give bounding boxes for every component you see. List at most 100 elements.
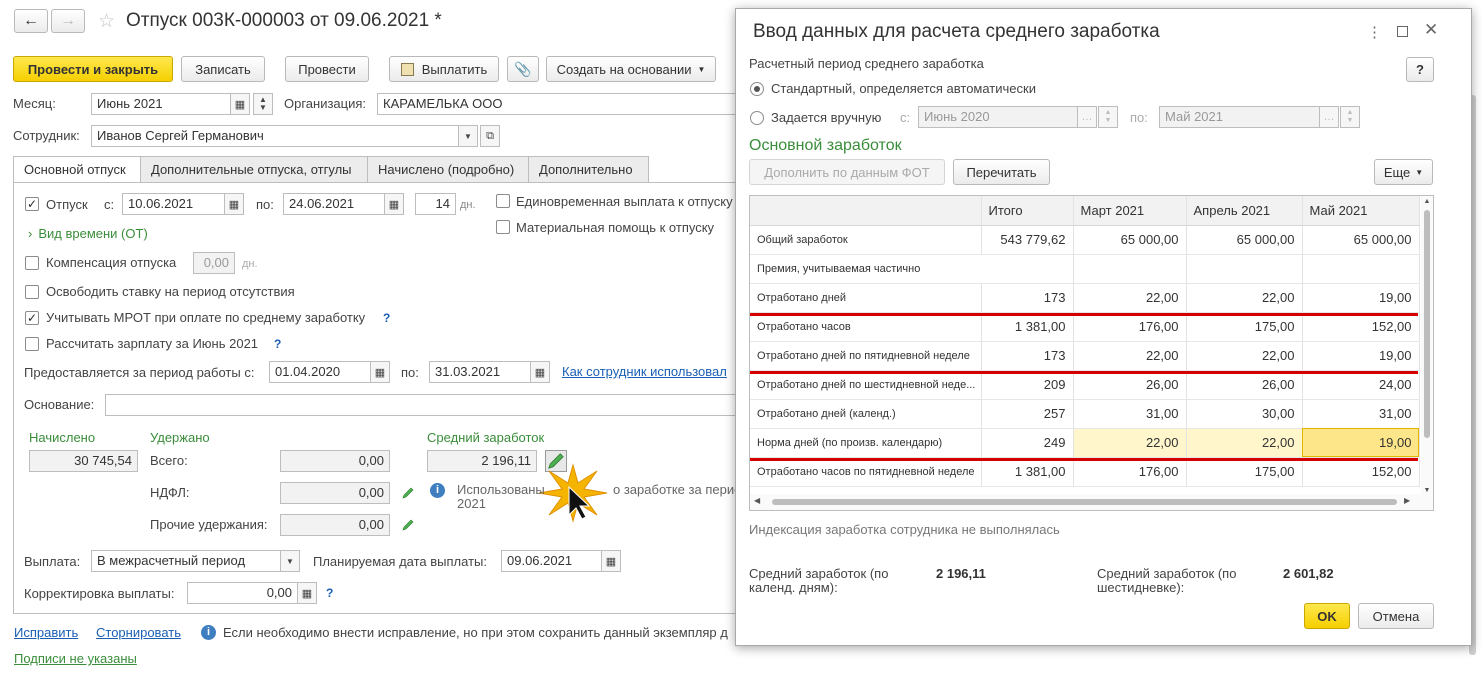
tab-additional-vacations[interactable]: Дополнительные отпуска, отгулы bbox=[140, 156, 368, 183]
payment-select[interactable]: В межрасчетный период bbox=[91, 550, 281, 572]
material-help-checkbox[interactable] bbox=[496, 220, 510, 234]
fill-fot-button[interactable]: Дополнить по данным ФОТ bbox=[749, 159, 945, 185]
employee-open-button[interactable]: ⧉ bbox=[480, 125, 500, 147]
table-horizontal-scrollbar[interactable]: ◀ ▶ bbox=[750, 494, 1433, 510]
scroll-left-icon[interactable]: ◀ bbox=[754, 496, 760, 505]
table-row[interactable]: Отработано часов 1 381,00 176,00 175,00 … bbox=[750, 312, 1420, 342]
standard-period-radio[interactable] bbox=[750, 82, 764, 96]
release-rate-checkbox[interactable] bbox=[25, 285, 39, 299]
vacation-to-field[interactable]: 24.06.2021 bbox=[283, 193, 385, 215]
manual-to-field[interactable]: Май 2021 bbox=[1159, 106, 1320, 128]
column-header-total[interactable]: Итого bbox=[981, 196, 1074, 226]
month-calendar-button[interactable]: ▦ bbox=[230, 93, 250, 115]
employee-field[interactable]: Иванов Сергей Германович bbox=[91, 125, 459, 147]
post-and-close-button[interactable]: Провести и закрыть bbox=[13, 56, 173, 82]
back-button[interactable]: ← bbox=[14, 9, 48, 33]
calc-salary-checkbox[interactable] bbox=[25, 337, 39, 351]
row-m2[interactable]: 65 000,00 bbox=[1186, 225, 1303, 255]
row-m2[interactable]: 175,00 bbox=[1186, 457, 1303, 487]
table-row[interactable]: Отработано дней 173 22,00 22,00 19,00 bbox=[750, 283, 1420, 313]
correction-calc-button[interactable]: ▦ bbox=[297, 582, 317, 604]
mrot-checkbox[interactable]: ✓ bbox=[25, 311, 39, 325]
month-field[interactable]: Июнь 2021 bbox=[91, 93, 231, 115]
row-m2[interactable]: 175,00 bbox=[1186, 312, 1303, 342]
calc-salary-help-icon[interactable]: ? bbox=[274, 337, 281, 351]
favorite-star-icon[interactable]: ☆ bbox=[98, 10, 115, 33]
correction-help-icon[interactable]: ? bbox=[326, 586, 333, 600]
column-header-march[interactable]: Март 2021 bbox=[1073, 196, 1187, 226]
table-vertical-scrollbar[interactable]: ▲ ▼ bbox=[1421, 196, 1433, 494]
table-row[interactable]: Общий заработок 543 779,62 65 000,00 65 … bbox=[750, 225, 1420, 255]
help-button[interactable]: ? bbox=[1406, 57, 1434, 82]
time-type-link[interactable]: › Вид времени (ОТ) bbox=[28, 226, 148, 241]
vacation-usage-link[interactable]: Как сотрудник использовал bbox=[562, 364, 727, 379]
row-m3[interactable]: 152,00 bbox=[1302, 312, 1420, 342]
planned-date-calendar-button[interactable]: ▦ bbox=[601, 550, 621, 572]
more-options-icon[interactable]: ⋮ bbox=[1367, 23, 1382, 41]
table-row[interactable]: Норма дней (по произв. календарю) 249 22… bbox=[750, 428, 1420, 458]
row-m3[interactable]: 65 000,00 bbox=[1302, 225, 1420, 255]
tab-main-vacation[interactable]: Основной отпуск bbox=[13, 156, 141, 183]
row-m2[interactable]: 30,00 bbox=[1186, 399, 1303, 429]
create-based-on-button[interactable]: Создать на основании ▼ bbox=[546, 56, 716, 82]
scroll-up-icon[interactable]: ▲ bbox=[1421, 196, 1433, 208]
reverse-link[interactable]: Сторнировать bbox=[96, 625, 181, 640]
employee-dropdown-button[interactable]: ▼ bbox=[458, 125, 478, 147]
table-row[interactable]: Премия, учитываемая частично bbox=[750, 254, 1420, 284]
table-row[interactable]: Отработано дней (календ.) 257 31,00 30,0… bbox=[750, 399, 1420, 429]
compensation-field[interactable]: 0,00 bbox=[193, 252, 235, 274]
row-m3[interactable]: 24,00 bbox=[1302, 370, 1420, 400]
work-to-field[interactable]: 31.03.2021 bbox=[429, 361, 531, 383]
manual-period-radio[interactable] bbox=[750, 111, 764, 125]
table-row[interactable]: Отработано часов по пятидневной неделе 1… bbox=[750, 457, 1420, 487]
work-from-calendar-button[interactable]: ▦ bbox=[370, 361, 390, 383]
row-m3[interactable]: 152,00 bbox=[1302, 457, 1420, 487]
month-stepper[interactable]: ▲ ▼ bbox=[253, 93, 273, 115]
row-m3[interactable]: 19,00 bbox=[1302, 283, 1420, 313]
row-m1[interactable]: 22,00 bbox=[1073, 283, 1187, 313]
table-row[interactable]: Отработано дней по пятидневной неделе 17… bbox=[750, 341, 1420, 371]
mrot-help-icon[interactable]: ? bbox=[383, 311, 390, 325]
table-vertical-scrollbar-thumb[interactable] bbox=[1424, 210, 1430, 438]
manual-from-field[interactable]: Июнь 2020 bbox=[918, 106, 1078, 128]
row-m1[interactable] bbox=[1073, 254, 1187, 284]
row-m1[interactable]: 31,00 bbox=[1073, 399, 1187, 429]
column-header-may[interactable]: Май 2021 bbox=[1302, 196, 1420, 226]
compensation-checkbox[interactable] bbox=[25, 256, 39, 270]
work-to-calendar-button[interactable]: ▦ bbox=[530, 361, 550, 383]
lump-sum-checkbox[interactable] bbox=[496, 194, 510, 208]
tab-accrued-detailed[interactable]: Начислено (подробно) bbox=[367, 156, 529, 183]
row-m1[interactable]: 22,00 bbox=[1073, 428, 1187, 458]
vacation-checkbox[interactable]: ✓ bbox=[25, 197, 39, 211]
save-button[interactable]: Записать bbox=[181, 56, 265, 82]
row-m1[interactable]: 26,00 bbox=[1073, 370, 1187, 400]
cancel-button[interactable]: Отмена bbox=[1358, 603, 1434, 629]
organization-field[interactable]: КАРАМЕЛЬКА ООО bbox=[377, 93, 737, 115]
correction-field[interactable]: 0,00 bbox=[187, 582, 298, 604]
days-field[interactable]: 14 bbox=[415, 193, 456, 215]
ndfl-edit-icon[interactable] bbox=[401, 486, 415, 500]
manual-to-select-button[interactable]: … bbox=[1319, 106, 1339, 128]
column-header-april[interactable]: Апрель 2021 bbox=[1186, 196, 1303, 226]
ok-button[interactable]: OK bbox=[1304, 603, 1350, 629]
to-calendar-button[interactable]: ▦ bbox=[384, 193, 404, 215]
planned-date-field[interactable]: 09.06.2021 bbox=[501, 550, 602, 572]
manual-from-stepper[interactable]: ▲ ▼ bbox=[1098, 106, 1118, 128]
manual-from-select-button[interactable]: … bbox=[1077, 106, 1097, 128]
row-m2[interactable]: 22,00 bbox=[1186, 428, 1303, 458]
scroll-down-icon[interactable]: ▼ bbox=[1421, 487, 1433, 494]
row-m2[interactable]: 22,00 bbox=[1186, 283, 1303, 313]
scroll-right-icon[interactable]: ▶ bbox=[1404, 496, 1410, 505]
fix-link[interactable]: Исправить bbox=[14, 625, 78, 640]
row-m3[interactable]: 31,00 bbox=[1302, 399, 1420, 429]
row-m3[interactable] bbox=[1302, 254, 1420, 284]
signatures-link[interactable]: Подписи не указаны bbox=[14, 651, 137, 666]
row-m3[interactable]: 19,00 bbox=[1302, 341, 1420, 371]
work-from-field[interactable]: 01.04.2020 bbox=[269, 361, 371, 383]
row-m1[interactable]: 22,00 bbox=[1073, 341, 1187, 371]
row-m2[interactable] bbox=[1186, 254, 1303, 284]
more-button[interactable]: Еще ▼ bbox=[1374, 159, 1433, 185]
row-m1[interactable]: 65 000,00 bbox=[1073, 225, 1187, 255]
manual-to-stepper[interactable]: ▲ ▼ bbox=[1340, 106, 1360, 128]
pay-button[interactable]: Выплатить bbox=[389, 56, 499, 82]
